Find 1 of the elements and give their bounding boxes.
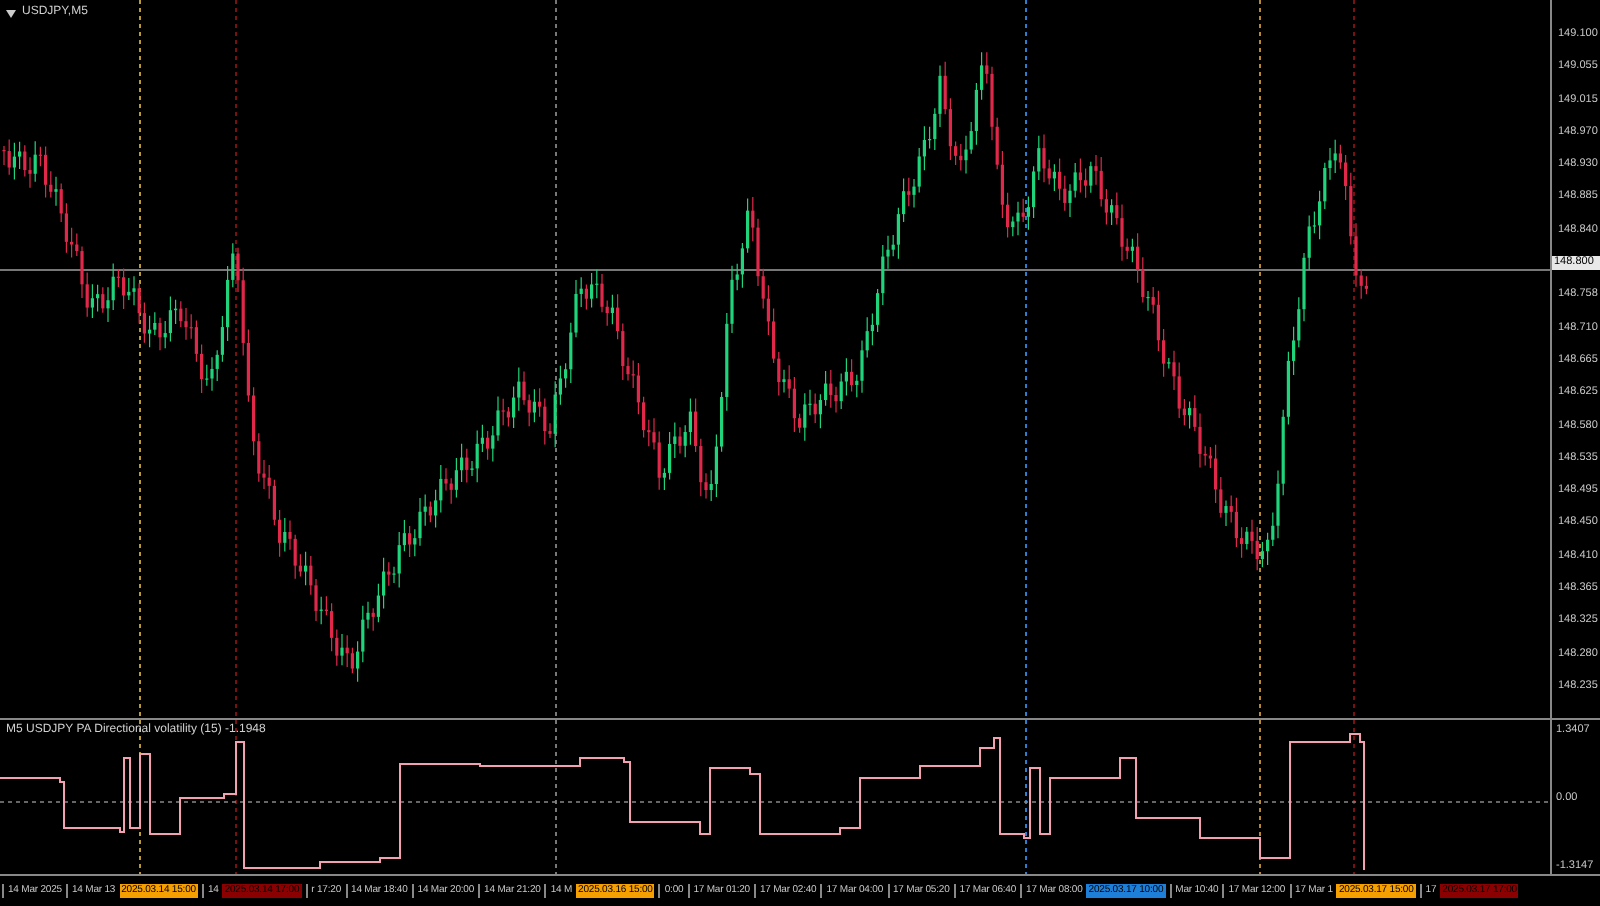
dropdown-triangle-icon[interactable] [6,9,16,17]
